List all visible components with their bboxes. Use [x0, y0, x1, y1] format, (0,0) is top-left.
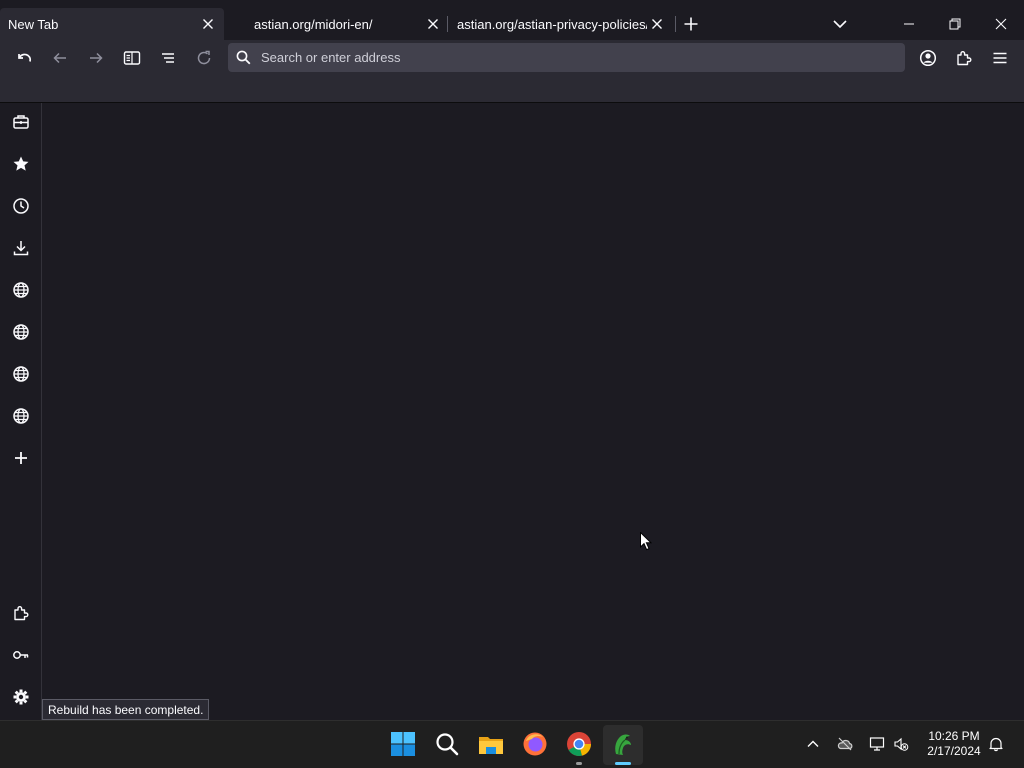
web-panel-globe-icon[interactable]	[12, 323, 30, 341]
toolbox-icon[interactable]	[12, 113, 30, 131]
address-bar[interactable]: Search or enter address	[228, 43, 905, 72]
tab-strip: New Tab astian.org/midori-en/ astian.org…	[0, 0, 1024, 40]
bookmarks-star-icon[interactable]	[12, 155, 30, 173]
minimize-icon[interactable]	[901, 16, 917, 32]
passwords-key-icon[interactable]	[12, 646, 30, 664]
running-indicator	[576, 762, 582, 765]
notifications-bell-icon[interactable]	[988, 736, 1004, 752]
bookmarks-toolbar	[0, 76, 1024, 103]
onedrive-offline-icon[interactable]	[837, 736, 853, 752]
history-clock-icon[interactable]	[12, 197, 30, 215]
close-icon[interactable]	[993, 16, 1009, 32]
system-clock[interactable]: 10:26 PM 2/17/2024	[916, 729, 992, 759]
extensions-icon[interactable]	[955, 49, 973, 67]
account-icon[interactable]	[919, 49, 937, 67]
firefox-icon[interactable]	[522, 731, 548, 757]
tab-privacy-policies[interactable]: astian.org/astian-privacy-policies/	[448, 8, 672, 40]
mouse-cursor-icon	[640, 532, 652, 551]
back-icon[interactable]	[51, 49, 69, 67]
file-explorer-icon[interactable]	[478, 731, 504, 757]
tab-title: New Tab	[8, 16, 59, 32]
plus-icon[interactable]	[683, 16, 699, 32]
tab-title: astian.org/midori-en/	[254, 16, 373, 32]
volume-muted-icon[interactable]	[893, 736, 909, 752]
clock-time: 10:26 PM	[928, 729, 980, 743]
undo-icon[interactable]	[15, 49, 33, 67]
page-content[interactable]	[42, 103, 1024, 720]
clock-date: 2/17/2024	[927, 744, 981, 758]
running-indicator	[615, 762, 631, 765]
reader-view-icon[interactable]	[123, 49, 141, 67]
web-panel-globe-icon[interactable]	[12, 281, 30, 299]
web-panel-globe-icon[interactable]	[12, 407, 30, 425]
search-icon	[236, 50, 251, 65]
chevron-down-icon[interactable]	[832, 16, 848, 32]
close-tab-icon[interactable]	[650, 17, 664, 31]
chrome-icon[interactable]	[566, 731, 592, 757]
tab-midori[interactable]: astian.org/midori-en/	[226, 8, 446, 40]
show-hidden-icons-chevron[interactable]	[805, 736, 821, 752]
network-icon[interactable]	[869, 736, 885, 752]
tab-title: astian.org/astian-privacy-policies/	[457, 16, 647, 32]
menu-icon[interactable]	[991, 49, 1009, 67]
settings-gear-icon[interactable]	[12, 688, 30, 706]
restore-icon[interactable]	[947, 16, 963, 32]
sidebar	[0, 103, 42, 720]
address-bar-placeholder: Search or enter address	[261, 50, 401, 65]
tab-separator	[675, 16, 676, 32]
close-tab-icon[interactable]	[426, 17, 440, 31]
tab-new-tab[interactable]: New Tab	[0, 8, 224, 40]
search-icon[interactable]	[434, 731, 460, 757]
web-panel-globe-icon[interactable]	[12, 365, 30, 383]
reload-icon[interactable]	[195, 49, 213, 67]
taskbar: 10:26 PM 2/17/2024	[0, 720, 1024, 768]
extensions-icon[interactable]	[12, 604, 30, 622]
midori-icon[interactable]	[610, 731, 636, 757]
status-message: Rebuild has been completed.	[42, 699, 210, 720]
add-panel-plus-icon[interactable]	[12, 449, 30, 467]
tab-list-icon[interactable]	[159, 49, 177, 67]
windows-start-icon[interactable]	[390, 731, 416, 757]
close-tab-icon[interactable]	[201, 17, 215, 31]
downloads-icon[interactable]	[12, 239, 30, 257]
forward-icon[interactable]	[87, 49, 105, 67]
